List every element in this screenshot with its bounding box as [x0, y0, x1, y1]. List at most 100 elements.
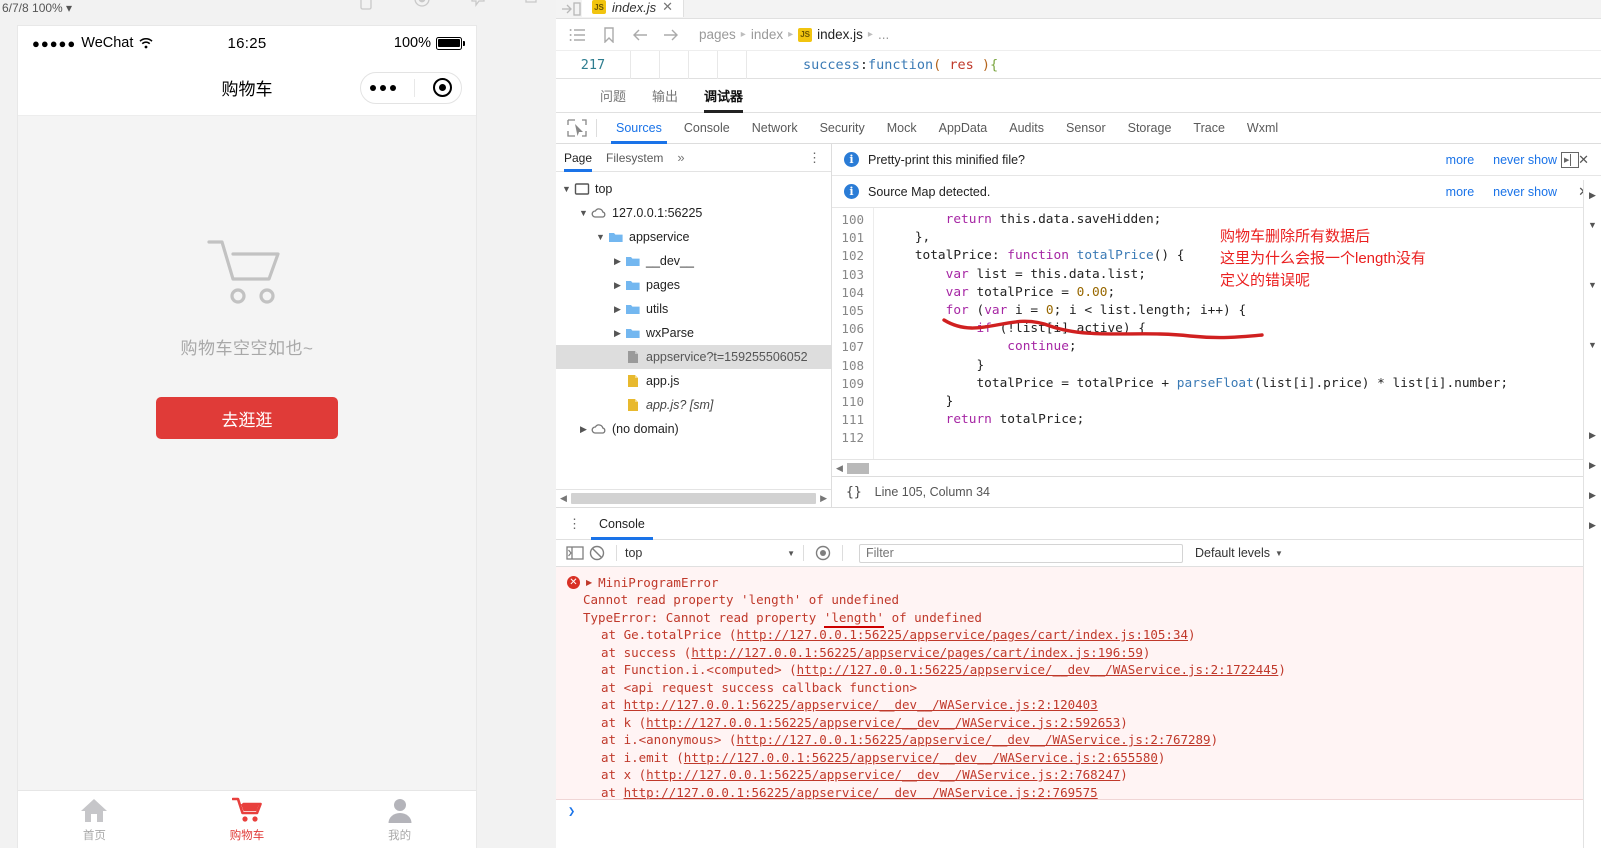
- infobar-more-link[interactable]: more: [1446, 153, 1474, 167]
- editor-tab-index-js[interactable]: JS index.js ✕: [582, 0, 684, 17]
- chevron-down-icon[interactable]: ▼: [560, 184, 573, 194]
- subtab-filesystem[interactable]: Filesystem: [606, 144, 663, 172]
- rail-toggle-icon[interactable]: ▼: [1584, 330, 1601, 360]
- bookmark-icon[interactable]: [600, 26, 618, 43]
- wechat-capsule-button[interactable]: [360, 71, 462, 104]
- target-icon[interactable]: [433, 78, 452, 97]
- breadcrumb-segment-pages[interactable]: pages: [699, 27, 736, 42]
- tree-item-top[interactable]: ▼ top: [556, 177, 831, 201]
- panel-tab-debugger[interactable]: 调试器: [704, 79, 744, 113]
- scrollbar-thumb[interactable]: [570, 493, 817, 504]
- stack-frame-link[interactable]: http://127.0.0.1:56225/appservice/__dev_…: [624, 697, 1098, 712]
- console-input-prompt[interactable]: ❯: [556, 800, 1601, 822]
- chevron-down-icon[interactable]: ▼: [577, 208, 590, 218]
- chevron-right-icon[interactable]: ▶: [611, 256, 624, 267]
- navigator-horizontal-scrollbar[interactable]: ◀ ▶: [556, 489, 831, 507]
- inspect-element-icon[interactable]: [564, 118, 590, 138]
- breadcrumb-segment-file[interactable]: index.js: [817, 27, 863, 42]
- close-icon[interactable]: ✕: [1578, 152, 1589, 168]
- console-context-select[interactable]: top ▼: [625, 546, 795, 560]
- chevron-right-icon[interactable]: ▶: [577, 424, 590, 435]
- code-horizontal-scrollbar[interactable]: ◀ ▶: [832, 459, 1601, 476]
- tree-item-utils[interactable]: ▶ utils: [556, 297, 831, 321]
- chevron-right-icon[interactable]: ▶: [611, 328, 624, 339]
- infobar-never-show-link[interactable]: never show: [1493, 153, 1557, 167]
- tab-cart[interactable]: 购物车: [171, 796, 324, 843]
- tab-trace[interactable]: Trace: [1182, 113, 1236, 144]
- feedback-icon[interactable]: [468, 0, 488, 14]
- tree-item-wxparse[interactable]: ▶ wxParse: [556, 321, 831, 345]
- stack-frame-link[interactable]: http://127.0.0.1:56225/appservice/__dev_…: [684, 750, 1158, 765]
- navigator-menu-icon[interactable]: ⋮: [808, 150, 821, 166]
- back-arrow-icon[interactable]: [631, 27, 649, 43]
- scroll-left-icon[interactable]: ◀: [836, 463, 843, 474]
- stack-frame[interactable]: at Function.i.<computed> (http://127.0.0…: [556, 661, 1601, 679]
- console-error-header[interactable]: ✕ ▶ MiniProgramError: [556, 573, 1601, 591]
- tab-appdata[interactable]: AppData: [928, 113, 999, 144]
- forward-arrow-icon[interactable]: [662, 27, 680, 43]
- close-icon[interactable]: ✕: [662, 0, 673, 15]
- tree-item-app-js-sm-[interactable]: ▶app.js? [sm]: [556, 393, 831, 417]
- scroll-right-icon[interactable]: ▶: [820, 493, 827, 504]
- chevron-right-icon[interactable]: ▶: [611, 280, 624, 291]
- tab-sensor[interactable]: Sensor: [1055, 113, 1117, 144]
- rail-toggle-icon[interactable]: ▶: [1584, 480, 1601, 510]
- tree-item-127-0-0-1-56225[interactable]: ▼ 127.0.0.1:56225: [556, 201, 831, 225]
- collapse-pane-button[interactable]: [1561, 152, 1579, 168]
- format-code-icon[interactable]: {}: [846, 485, 862, 500]
- record-icon[interactable]: [412, 0, 432, 14]
- tree-item--dev-[interactable]: ▶ __dev__: [556, 249, 831, 273]
- tree-item--no-domain-[interactable]: ▶ (no domain): [556, 417, 831, 441]
- rail-toggle-icon[interactable]: ▼: [1584, 270, 1601, 300]
- tree-item-appservice-t-159255506052[interactable]: ▶appservice?t=159255506052: [556, 345, 831, 369]
- clear-console-icon[interactable]: [586, 544, 608, 562]
- go-shopping-button[interactable]: 去逛逛: [156, 397, 338, 439]
- tab-wxml[interactable]: Wxml: [1236, 113, 1289, 144]
- breadcrumb-overflow[interactable]: ...: [878, 27, 889, 42]
- eye-icon[interactable]: [812, 544, 834, 562]
- subtab-page[interactable]: Page: [564, 144, 593, 172]
- scrollbar-thumb[interactable]: [846, 462, 869, 474]
- stack-frame-link[interactable]: http://127.0.0.1:56225/appservice/__dev_…: [624, 785, 1098, 800]
- rail-toggle-icon[interactable]: ▶: [1584, 450, 1601, 480]
- split-pane-icon[interactable]: [560, 2, 582, 16]
- tab-mock[interactable]: Mock: [876, 113, 928, 144]
- simulator-zoom-select[interactable]: 6/7/8 100% ▾: [2, 1, 72, 15]
- stack-frame-link[interactable]: http://127.0.0.1:56225/appservice/__dev_…: [797, 662, 1279, 677]
- stack-frame-link[interactable]: http://127.0.0.1:56225/appservice/pages/…: [691, 645, 1143, 660]
- stack-frame-link[interactable]: http://127.0.0.1:56225/appservice/__dev_…: [736, 732, 1210, 747]
- expand-arrow-icon[interactable]: ▶: [586, 578, 592, 587]
- panel-tab-output[interactable]: 输出: [652, 79, 678, 113]
- tab-storage[interactable]: Storage: [1117, 113, 1183, 144]
- stack-frame-link[interactable]: http://127.0.0.1:56225/appservice/__dev_…: [646, 715, 1120, 730]
- rail-toggle-icon[interactable]: ▼: [1584, 210, 1601, 240]
- phone-icon[interactable]: [356, 0, 376, 14]
- code-text[interactable]: return this.data.saveHidden; }, totalPri…: [874, 208, 1587, 459]
- scroll-left-icon[interactable]: ◀: [560, 493, 567, 504]
- tab-security[interactable]: Security: [809, 113, 876, 144]
- rail-toggle-icon[interactable]: ▶: [1584, 510, 1601, 540]
- rail-toggle-icon[interactable]: [1584, 360, 1601, 390]
- tree-item-pages[interactable]: ▶ pages: [556, 273, 831, 297]
- stack-frame[interactable]: at Ge.totalPrice (http://127.0.0.1:56225…: [556, 626, 1601, 644]
- tab-home[interactable]: 首页: [18, 796, 171, 843]
- infobar-never-show-link[interactable]: never show: [1493, 185, 1557, 199]
- stack-frame[interactable]: at i.emit (http://127.0.0.1:56225/appser…: [556, 749, 1601, 767]
- tree-item-app-js[interactable]: ▶app.js: [556, 369, 831, 393]
- stack-frame[interactable]: at <api request success callback functio…: [556, 679, 1601, 697]
- rail-toggle-icon[interactable]: ▶: [1584, 420, 1601, 450]
- stack-frame-link[interactable]: http://127.0.0.1:56225/appservice/__dev_…: [646, 767, 1120, 782]
- rail-toggle-icon[interactable]: [1584, 300, 1601, 330]
- tab-profile[interactable]: 我的: [323, 796, 476, 843]
- stack-frame[interactable]: at success (http://127.0.0.1:56225/appse…: [556, 644, 1601, 662]
- stack-frame[interactable]: at http://127.0.0.1:56225/appservice/__d…: [556, 784, 1601, 800]
- rail-toggle-icon[interactable]: [1584, 240, 1601, 270]
- tree-item-appservice[interactable]: ▼ appservice: [556, 225, 831, 249]
- list-icon[interactable]: [569, 27, 587, 43]
- detach-icon[interactable]: [524, 0, 544, 14]
- rail-toggle-icon[interactable]: ▶: [1584, 180, 1601, 210]
- console-log-levels-select[interactable]: Default levels ▼: [1195, 546, 1283, 560]
- stack-frame[interactable]: at http://127.0.0.1:56225/appservice/__d…: [556, 696, 1601, 714]
- ellipsis-icon[interactable]: [370, 84, 396, 91]
- stack-frame-link[interactable]: http://127.0.0.1:56225/appservice/pages/…: [736, 627, 1188, 642]
